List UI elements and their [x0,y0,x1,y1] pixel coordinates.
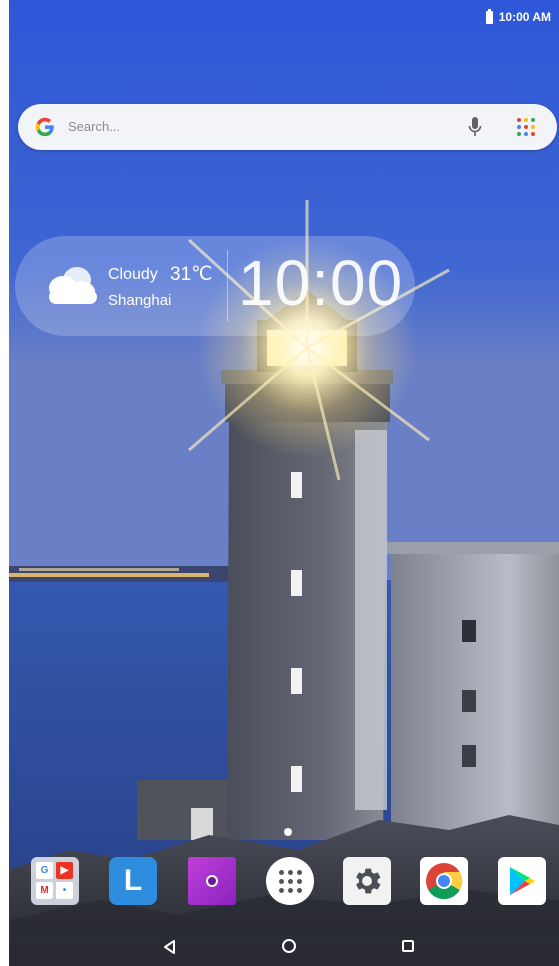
all-apps-icon[interactable] [266,857,314,905]
folder-gmail-icon: M [36,882,53,899]
home-screen: 10:00 AM Search... Cloudy 31℃ Shanghai 1… [0,0,559,966]
weather-temperature: 31℃ [170,264,213,285]
navigation-bar [9,928,559,966]
status-right-group: 10:00 AM [485,8,551,24]
weather-condition: Cloudy [108,266,158,283]
weather-clock-widget[interactable]: Cloudy 31℃ Shanghai 10:00 [15,236,415,336]
chrome-logo-icon [426,863,463,900]
camera-icon[interactable] [188,857,236,905]
l-app-icon[interactable]: L [109,857,157,905]
apps-grid-icon[interactable] [517,118,535,136]
status-bar: 10:00 AM [9,0,559,36]
chrome-icon[interactable] [420,857,468,905]
recents-square-icon[interactable] [402,940,414,952]
page-indicator-dot [284,828,292,836]
google-search-bar[interactable]: Search... [18,104,557,150]
weather-city: Shanghai [108,292,172,309]
play-triangle-icon [510,867,535,895]
status-time: 10:00 AM [498,10,551,24]
battery-icon [485,8,493,24]
play-store-icon[interactable] [498,857,546,905]
gear-icon [356,868,381,894]
widget-divider [227,250,228,322]
back-triangle-icon[interactable] [161,938,179,956]
camera-lens-icon [206,875,218,887]
folder-photos-icon: • [56,882,73,899]
google-g-icon [35,117,54,137]
search-placeholder: Search... [68,119,121,134]
home-circle-icon[interactable] [282,939,296,953]
google-folder-icon[interactable]: G ▶ M • [31,857,79,905]
folder-youtube-icon: ▶ [56,862,73,879]
mic-icon[interactable] [468,116,482,138]
settings-gear-icon[interactable] [343,857,391,905]
cloud-icon [49,267,97,304]
folder-google-icon: G [36,862,53,879]
widget-clock: 10:00 [238,247,404,319]
